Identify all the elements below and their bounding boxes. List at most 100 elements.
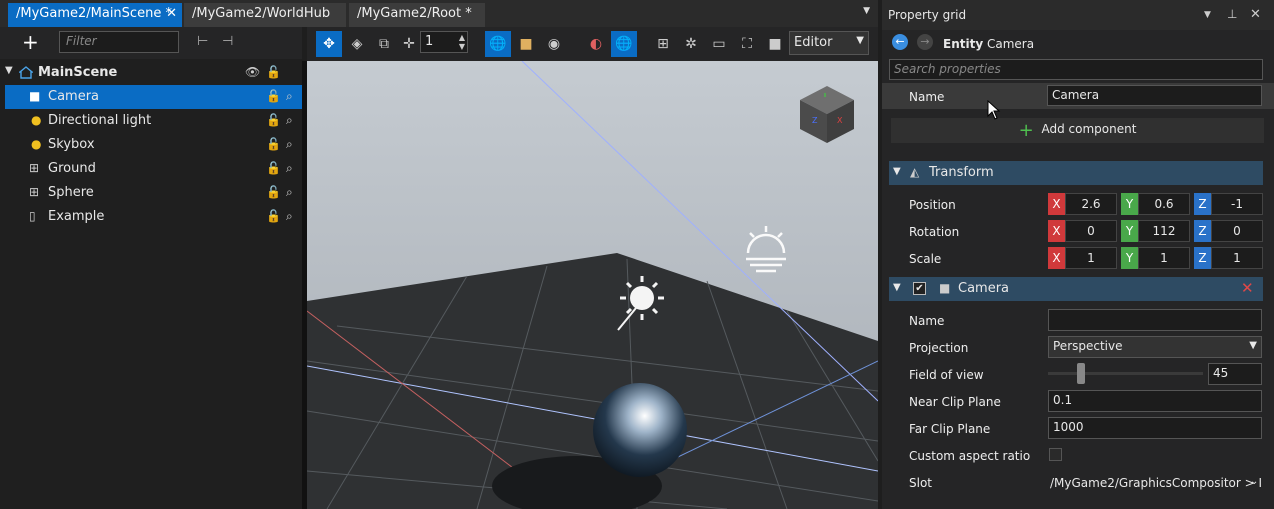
light-icon: ● (31, 113, 42, 127)
close-icon[interactable]: ✕ (166, 6, 177, 21)
collapse-tree-icon[interactable]: ⊣ (222, 34, 233, 49)
camera-section-header[interactable]: ▼ ✔ ■ Camera ✕ (889, 277, 1263, 301)
translate-icon[interactable]: ✥ (316, 31, 342, 57)
rotation-z-input[interactable]: 0 (1211, 220, 1263, 242)
panel-menu-icon[interactable]: ▼ (1204, 10, 1211, 20)
remove-component-icon[interactable]: ✕ (1241, 279, 1254, 297)
search-icon[interactable]: ⌕ (286, 161, 293, 176)
plus-icon: + (1018, 120, 1034, 141)
scale-z-input[interactable]: 1 (1211, 247, 1263, 269)
expand-tree-icon[interactable]: ⊢ (197, 34, 208, 49)
tab-worldhub[interactable]: /MyGame2/WorldHub (184, 3, 346, 27)
chevron-down-icon[interactable]: ⌄ (1250, 476, 1258, 487)
add-component-label: Add component (1041, 122, 1137, 136)
material-icon[interactable]: ■ (513, 31, 539, 57)
gizmo-icon[interactable]: ✲ (678, 31, 704, 57)
lock-icon[interactable]: 🔓 (266, 137, 281, 151)
axis-z-label: Z (1194, 220, 1211, 242)
scene-viewport[interactable]: Z X (307, 61, 878, 509)
filter-input[interactable]: Filter (59, 31, 179, 53)
axis-x-label: X (1048, 193, 1065, 215)
snap-value-input[interactable]: 1 ▲ ▼ (420, 31, 468, 53)
tree-item-label: Example (48, 209, 105, 224)
grid-globe-icon[interactable]: 🌐 (611, 31, 637, 57)
scale-x-input[interactable]: 1 (1065, 247, 1117, 269)
search-icon[interactable]: ⌕ (286, 137, 293, 152)
lock-icon[interactable]: 🔓 (266, 113, 281, 127)
far-clip-input[interactable]: 1000 (1048, 417, 1262, 439)
lock-icon[interactable]: 🔓 (266, 209, 281, 223)
tab-root[interactable]: /MyGame2/Root * (349, 3, 485, 27)
property-grid-panel: Property grid ▼ ⊥ ✕ ← → Entity Camera Se… (882, 0, 1274, 509)
add-component-button[interactable]: + Add component (891, 118, 1264, 143)
crop-icon[interactable]: ⛶ (734, 31, 760, 57)
fov-input[interactable]: 45 (1208, 363, 1262, 385)
near-clip-input[interactable]: 0.1 (1048, 390, 1262, 412)
back-icon[interactable]: ← (892, 34, 908, 50)
scale-icon[interactable]: ⧉ (371, 31, 397, 57)
fov-slider-thumb[interactable] (1077, 363, 1085, 384)
axis-y-label: Y (1121, 220, 1138, 242)
tree-item-label: Sphere (48, 185, 94, 200)
close-icon[interactable]: ✕ (1250, 7, 1261, 22)
snap-icon[interactable]: ✛ (396, 31, 422, 57)
camera-name-input[interactable] (1048, 309, 1262, 331)
custom-aspect-label: Custom aspect ratio (909, 449, 1031, 463)
entity-prefix: Entity (943, 37, 984, 51)
scene-render[interactable]: Z X (307, 61, 878, 509)
video-camera-icon[interactable]: ■ (762, 31, 788, 57)
custom-aspect-checkbox[interactable] (1049, 448, 1062, 461)
expand-arrow-icon[interactable]: ▼ (5, 65, 13, 76)
lighting-icon[interactable]: ◐ (583, 31, 609, 57)
visibility-icon[interactable]: 👁 (245, 65, 260, 79)
editor-mode-select[interactable]: Editor ▼ (789, 31, 869, 55)
rotate-icon[interactable]: ◈ (344, 31, 370, 57)
search-icon[interactable]: ⌕ (286, 113, 293, 128)
lock-icon[interactable]: 🔓 (266, 161, 281, 175)
forward-icon[interactable]: → (917, 34, 933, 50)
rotation-x-input[interactable]: 0 (1065, 220, 1117, 242)
search-properties-input[interactable]: Search properties (889, 59, 1263, 80)
collapse-arrow-icon[interactable]: ▼ (893, 282, 901, 293)
projection-select[interactable]: Perspective ▼ (1048, 336, 1262, 358)
spinner-icon[interactable]: ▲ ▼ (459, 33, 465, 51)
scale-y-input[interactable]: 1 (1138, 247, 1190, 269)
tree-item-example[interactable]: ▯ Example 🔓 ⌕ (5, 205, 302, 229)
entity-name-input[interactable]: Camera (1047, 85, 1262, 106)
projection-value: Perspective (1053, 339, 1123, 353)
rotation-y-input[interactable]: 112 (1138, 220, 1190, 242)
transform-section-header[interactable]: ▼ ◭ Transform (889, 161, 1263, 185)
fov-slider-track[interactable] (1048, 363, 1203, 384)
collapse-arrow-icon[interactable]: ▼ (893, 166, 901, 177)
tree-item-sphere[interactable]: ⊞ Sphere 🔓 ⌕ (5, 181, 302, 205)
lock-icon[interactable]: 🔓 (266, 65, 281, 79)
tree-item-skybox[interactable]: ● Skybox 🔓 ⌕ (5, 133, 302, 157)
slot-select[interactable]: /MyGame2/GraphicsCompositor > I (1050, 476, 1262, 492)
position-y-input[interactable]: 0.6 (1138, 193, 1190, 215)
tabs-dropdown-icon[interactable]: ▼ (863, 6, 870, 16)
tree-item-label: Ground (48, 161, 96, 176)
projection-label: Projection (909, 341, 969, 355)
component-enabled-checkbox[interactable]: ✔ (913, 282, 926, 295)
add-entity-icon[interactable]: + (22, 30, 39, 54)
tab-label: /MyGame2/WorldHub (192, 6, 331, 21)
svg-text:X: X (837, 116, 843, 125)
search-icon[interactable]: ⌕ (286, 89, 293, 104)
position-z-input[interactable]: -1 (1211, 193, 1263, 215)
tree-item-directional-light[interactable]: ● Directional light 🔓 ⌕ (5, 109, 302, 133)
search-icon[interactable]: ⌕ (286, 185, 293, 200)
pin-icon[interactable]: ⊥ (1227, 7, 1237, 21)
lock-icon[interactable]: 🔓 (266, 185, 281, 199)
tree-root[interactable]: ▼ MainScene 👁 🔓 (5, 61, 302, 85)
axis-z-label: Z (1194, 247, 1211, 269)
lock-icon[interactable]: 🔓 (266, 89, 281, 103)
tree-item-camera[interactable]: ■ Camera 🔓 ⌕ (5, 85, 302, 109)
search-icon[interactable]: ⌕ (286, 209, 293, 224)
image-icon[interactable]: ▭ (706, 31, 732, 57)
world-space-icon[interactable]: 🌐 (485, 31, 511, 57)
tree-item-ground[interactable]: ⊞ Ground 🔓 ⌕ (5, 157, 302, 181)
grid-icon[interactable]: ⊞ (650, 31, 676, 57)
camera-view-icon[interactable]: ◉ (541, 31, 567, 57)
position-x-input[interactable]: 2.6 (1065, 193, 1117, 215)
tab-mainscene[interactable]: /MyGame2/MainScene * ✕ (8, 3, 182, 27)
